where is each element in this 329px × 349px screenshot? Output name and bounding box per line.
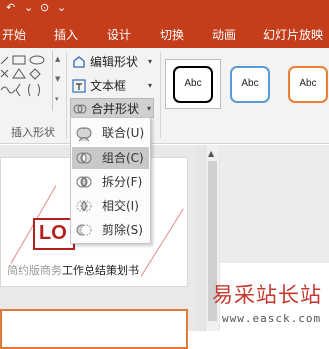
gallery-scroll[interactable]: ▲ ▼ ▾ — [52, 51, 65, 111]
chevron-down-icon: ▾ — [147, 57, 152, 66]
subtract-icon — [76, 224, 92, 236]
menu-item-label: 组合(C) — [102, 151, 144, 165]
ribbon-tabs: 开始 插入 设计 切换 动画 幻灯片放映 — [0, 25, 329, 47]
line-shape-icon — [0, 56, 9, 65]
menu-item-union[interactable]: 联合(U) — [72, 122, 149, 144]
slide-caption-faded: 简约版商务 — [7, 264, 62, 277]
quick-access-toolbar: ↶ ⌄ ⊙ ⌄ — [0, 2, 329, 16]
brace-shape-icon — [28, 83, 31, 97]
shape-style-3[interactable]: Abc — [288, 66, 328, 103]
start-slideshow-icon[interactable]: ⊙ — [40, 2, 49, 14]
oval-shape-icon — [29, 55, 45, 65]
menu-item-subtract[interactable]: 剪除(S) — [72, 219, 149, 241]
edit-shape-icon — [73, 56, 85, 68]
logo-box: LO — [33, 218, 75, 250]
merge-shapes-icon — [73, 104, 87, 114]
merge-shapes-label: 合并形状 — [91, 102, 140, 116]
slide-caption: 简约版商务工作总结策划书 — [7, 262, 187, 278]
menu-item-label: 联合(U) — [102, 126, 145, 140]
shape-style-1[interactable]: Abc — [173, 66, 213, 103]
diamond-shape-icon — [29, 68, 41, 80]
shape-style-2[interactable]: Abc — [230, 66, 270, 103]
menu-item-label: 剪除(S) — [102, 223, 143, 237]
intersect-icon — [76, 200, 92, 212]
menu-item-fragment[interactable]: 拆分(F) — [72, 171, 149, 193]
edit-shape-label: 编辑形状 — [90, 55, 139, 69]
brace-right-shape-icon — [37, 83, 40, 97]
tab-design[interactable]: 设计 — [107, 25, 131, 45]
insert-shapes-group-label: 插入形状 — [11, 126, 55, 139]
shapes-gallery[interactable] — [0, 52, 52, 108]
ribbon: ▲ ▼ ▾ 插入形状 编辑形状 ▾ 文本框 ▾ 合并形状 ▾ Abc Abc A… — [0, 48, 329, 144]
scroll-up-icon[interactable]: ▲ — [208, 149, 214, 158]
menu-item-combine[interactable]: 组合(C) — [72, 147, 149, 169]
gallery-up-icon[interactable]: ▲ — [55, 55, 60, 63]
edit-shape-button[interactable]: 编辑形状 ▾ — [70, 52, 154, 72]
group-divider — [160, 52, 161, 138]
group-divider — [66, 52, 67, 138]
tab-home[interactable]: 开始 — [2, 25, 26, 45]
ribbon-tab-bar: ↶ ⌄ ⊙ ⌄ 开始 插入 设计 切换 动画 幻灯片放映 — [0, 0, 329, 48]
dropdown-icon[interactable]: ⌄ — [24, 2, 33, 14]
watermark-text: 易采站长站 — [212, 283, 322, 307]
triangle-shape-icon — [12, 68, 26, 79]
text-box-icon — [72, 79, 86, 93]
combine-icon — [76, 152, 92, 164]
fragment-icon — [76, 176, 92, 188]
slide-caption-main: 工作总结策划书 — [62, 264, 139, 277]
chevron-down-icon: ▾ — [147, 81, 152, 90]
merge-shapes-menu: 联合(U) 组合(C) 拆分(F) 相交(I) 剪除(S) — [70, 117, 151, 244]
shapes-gallery-icons — [0, 55, 45, 97]
bracket-shape-icon — [15, 83, 21, 97]
tab-insert[interactable]: 插入 — [54, 25, 78, 45]
undo-icon[interactable]: ↶ — [6, 2, 15, 14]
text-box-label: 文本框 — [90, 79, 127, 93]
watermark-url: www.easck.com — [222, 312, 322, 325]
gallery-down-icon[interactable]: ▼ — [55, 75, 60, 83]
menu-item-intersect[interactable]: 相交(I) — [72, 195, 149, 217]
slide-thumbnail-next[interactable] — [0, 309, 188, 349]
merge-shapes-button[interactable]: 合并形状 ▾ — [70, 98, 154, 118]
menu-item-label: 相交(I) — [102, 199, 139, 213]
rectangle-shape-icon — [12, 55, 26, 65]
union-icon — [76, 127, 92, 141]
curve-shape-icon — [0, 86, 16, 94]
tab-transitions[interactable]: 切换 — [160, 25, 184, 45]
tab-slideshow[interactable]: 幻灯片放映 — [263, 25, 323, 45]
chevron-down-icon: ▾ — [146, 104, 151, 113]
gallery-more-icon[interactable]: ▾ — [55, 95, 59, 103]
text-box-button[interactable]: 文本框 ▾ — [70, 76, 154, 96]
tab-animations[interactable]: 动画 — [212, 25, 236, 45]
customize-qat-icon[interactable]: ⌄ — [57, 2, 66, 14]
connector-shape-icon — [0, 69, 9, 78]
logo-text: LO — [39, 222, 67, 244]
menu-item-label: 拆分(F) — [102, 175, 143, 189]
